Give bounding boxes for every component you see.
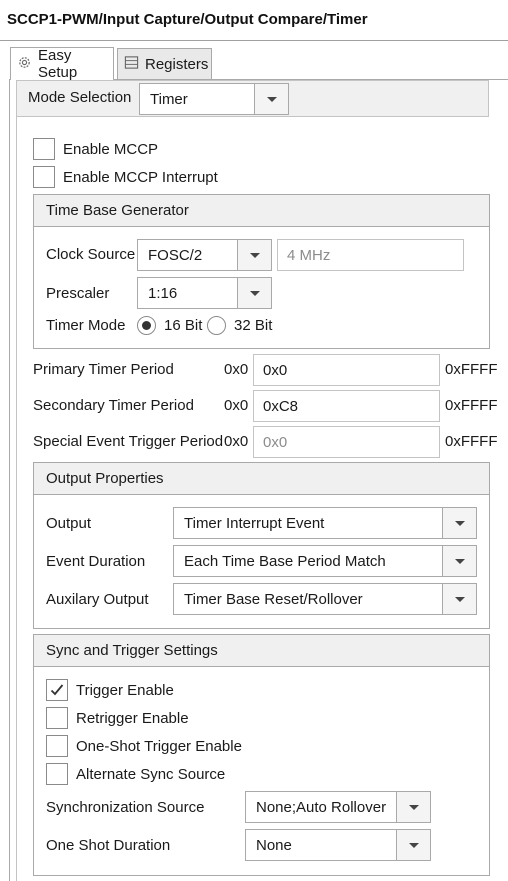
- secondary-period-input[interactable]: 0xC8: [253, 390, 440, 422]
- special-event-period-max: 0xFFFF: [445, 433, 498, 450]
- special-event-period-min: 0x0: [224, 433, 249, 450]
- output-value: Timer Interrupt Event: [184, 514, 325, 532]
- primary-period-value: 0x0: [263, 361, 288, 379]
- one-shot-duration-label: One Shot Duration: [46, 837, 171, 854]
- primary-period-label: Primary Timer Period: [33, 361, 174, 378]
- clock-source-value: FOSC/2: [148, 246, 203, 264]
- secondary-period-label: Secondary Timer Period: [33, 397, 194, 414]
- event-duration-value: Each Time Base Period Match: [184, 552, 386, 570]
- tab-easy-setup[interactable]: Easy Setup: [10, 47, 114, 81]
- title-divider: [0, 40, 508, 41]
- list-icon: [124, 55, 139, 74]
- enable-mccp-checkbox[interactable]: [33, 138, 55, 160]
- mode-selection-label: Mode Selection: [28, 89, 132, 106]
- chevron-down-icon[interactable]: [442, 546, 476, 576]
- auxiliary-output-value: Timer Base Reset/Rollover: [184, 590, 363, 608]
- tab-label: Registers: [145, 55, 209, 73]
- enable-mccp-interrupt-checkbox[interactable]: [33, 166, 55, 188]
- timer-mode-16bit-label: 16 Bit: [164, 317, 203, 334]
- chevron-down-icon[interactable]: [237, 278, 271, 308]
- secondary-period-max: 0xFFFF: [445, 397, 498, 414]
- clock-source-select[interactable]: FOSC/2: [137, 239, 272, 271]
- output-label: Output: [46, 515, 92, 532]
- clock-source-label: Clock Source: [46, 246, 136, 263]
- event-duration-select[interactable]: Each Time Base Period Match: [173, 545, 477, 577]
- special-event-period-label: Special Event Trigger Period: [33, 433, 224, 450]
- clock-frequency-field: 4 MHz: [277, 239, 464, 271]
- mode-value: Timer: [150, 90, 188, 108]
- enable-mccp-label: Enable MCCP: [63, 141, 159, 158]
- one-shot-trigger-checkbox[interactable]: [46, 735, 68, 757]
- chevron-down-icon[interactable]: [237, 240, 271, 270]
- auxiliary-output-select[interactable]: Timer Base Reset/Rollover: [173, 583, 477, 615]
- sync-source-label: Synchronization Source: [46, 799, 205, 816]
- primary-period-input[interactable]: 0x0: [253, 354, 440, 386]
- one-shot-trigger-label: One-Shot Trigger Enable: [76, 738, 242, 755]
- auxiliary-output-label: Auxilary Output: [46, 591, 149, 608]
- timer-mode-16bit-radio[interactable]: [137, 316, 156, 335]
- chevron-down-icon[interactable]: [396, 830, 430, 860]
- checkmark-icon: [50, 684, 64, 696]
- timer-mode-32bit-label: 32 Bit: [234, 317, 273, 334]
- tab-label: Easy Setup: [38, 47, 78, 81]
- sync-source-value: None;Auto Rollover: [256, 798, 387, 816]
- retrigger-enable-checkbox[interactable]: [46, 707, 68, 729]
- group-title: Output Properties: [46, 470, 164, 487]
- group-title: Time Base Generator: [46, 202, 189, 219]
- alternate-sync-label: Alternate Sync Source: [76, 766, 226, 783]
- chevron-down-icon[interactable]: [442, 508, 476, 538]
- prescaler-label: Prescaler: [46, 285, 110, 302]
- clock-frequency-value: 4 MHz: [287, 246, 331, 264]
- mode-select[interactable]: Timer: [139, 83, 289, 115]
- prescaler-select[interactable]: 1:16: [137, 277, 272, 309]
- one-shot-duration-value: None: [256, 836, 292, 854]
- retrigger-enable-label: Retrigger Enable: [76, 710, 189, 727]
- gear-icon: [17, 55, 32, 74]
- chevron-down-icon[interactable]: [396, 792, 430, 822]
- trigger-enable-checkbox[interactable]: [46, 679, 68, 701]
- prescaler-value: 1:16: [148, 284, 178, 302]
- group-header: Time Base Generator: [34, 195, 489, 227]
- special-event-period-value: 0x0: [263, 433, 288, 451]
- chevron-down-icon[interactable]: [254, 84, 288, 114]
- panel-border: [9, 79, 10, 881]
- trigger-enable-label: Trigger Enable: [76, 682, 174, 699]
- group-title: Sync and Trigger Settings: [46, 642, 218, 659]
- enable-mccp-interrupt-label: Enable MCCP Interrupt: [63, 169, 218, 186]
- alternate-sync-checkbox[interactable]: [46, 763, 68, 785]
- group-header: Output Properties: [34, 463, 489, 495]
- event-duration-label: Event Duration: [46, 553, 146, 570]
- chevron-down-icon[interactable]: [442, 584, 476, 614]
- tab-registers[interactable]: Registers: [117, 48, 212, 79]
- timer-mode-32bit-radio[interactable]: [207, 316, 226, 335]
- one-shot-duration-select[interactable]: None: [245, 829, 431, 861]
- output-select[interactable]: Timer Interrupt Event: [173, 507, 477, 539]
- primary-period-max: 0xFFFF: [445, 361, 498, 378]
- secondary-period-value: 0xC8: [263, 397, 299, 415]
- primary-period-min: 0x0: [224, 361, 249, 378]
- secondary-period-min: 0x0: [224, 397, 249, 414]
- special-event-period-input: 0x0: [253, 426, 440, 458]
- group-header: Sync and Trigger Settings: [34, 635, 489, 667]
- sync-source-select[interactable]: None;Auto Rollover: [245, 791, 431, 823]
- inner-border: [16, 80, 17, 881]
- window-title: SCCP1-PWM/Input Capture/Output Compare/T…: [7, 11, 368, 28]
- timer-mode-label: Timer Mode: [46, 317, 126, 334]
